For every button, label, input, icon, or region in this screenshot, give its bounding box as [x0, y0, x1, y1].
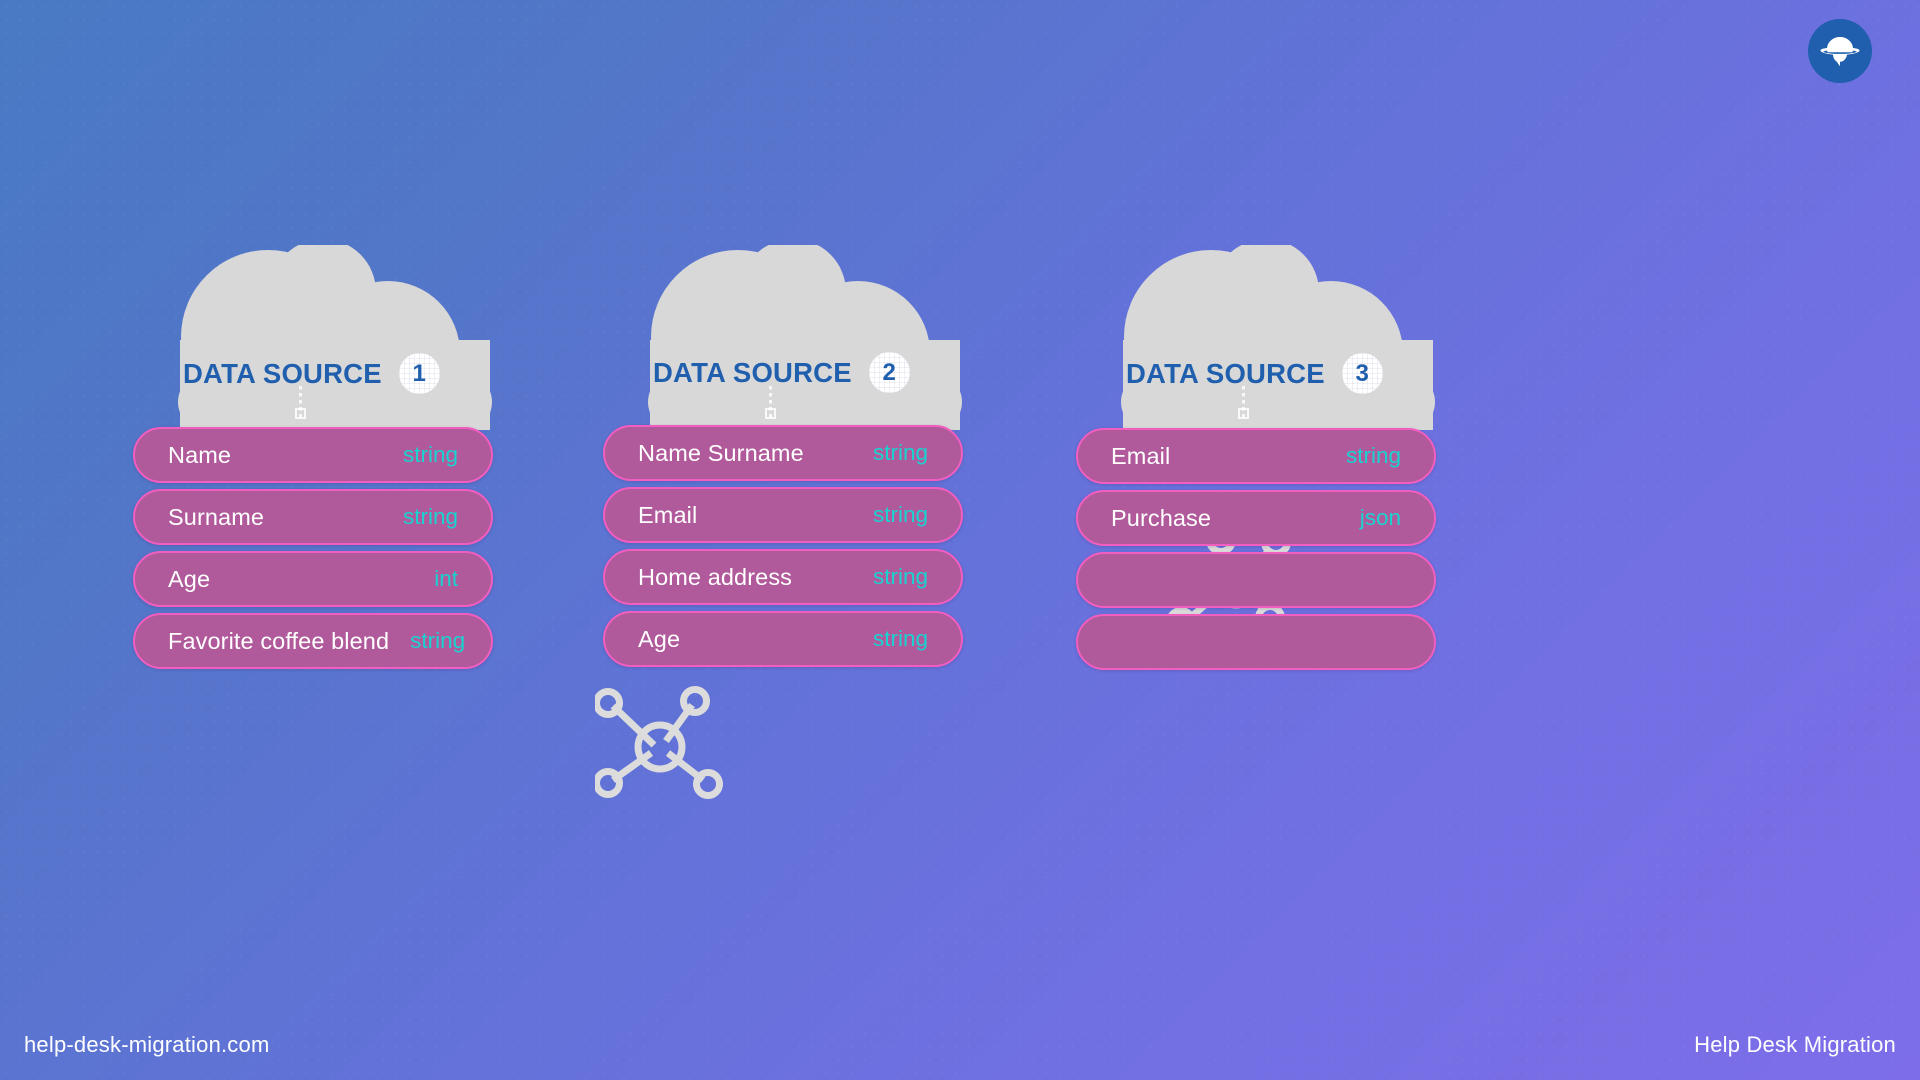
field-type: json	[1359, 505, 1401, 530]
footer-website-url: help-desk-migration.com	[24, 1032, 270, 1057]
data-source-1-label: DATA SOURCE 1	[183, 353, 623, 394]
field-type: int	[434, 566, 458, 591]
field-pill[interactable]: Home address string	[603, 549, 963, 605]
field-type: string	[402, 442, 458, 467]
field-pill[interactable]: Favorite coffee blend string	[133, 613, 493, 669]
field-type: string	[402, 504, 458, 529]
field-name: Purchase	[1111, 504, 1212, 531]
dotted-connector-icon	[765, 386, 776, 419]
data-source-2-label: DATA SOURCE 2	[653, 352, 1093, 393]
data-source-number-badge: 2	[868, 352, 910, 393]
field-type: string	[872, 626, 928, 651]
network-node-icon	[595, 683, 725, 803]
data-source-number-badge: 3	[1341, 353, 1383, 394]
footer-brand-name: Help Desk Migration	[1694, 1032, 1896, 1057]
dotted-connector-icon	[1238, 386, 1249, 419]
data-source-1-fields: Name string Surname string Age int Favor…	[133, 427, 493, 669]
field-name: Age	[638, 625, 681, 652]
field-type: string	[410, 628, 466, 653]
dotted-connector-icon	[295, 386, 306, 419]
field-pill[interactable]	[1076, 552, 1436, 608]
data-source-3-label: DATA SOURCE 3	[1126, 353, 1566, 394]
data-source-title: DATA SOURCE	[653, 356, 852, 388]
data-source-3-fields: Email string Purchase json	[1076, 428, 1436, 670]
field-pill[interactable]: Name string	[133, 427, 493, 483]
field-name: Home address	[638, 563, 793, 590]
field-pill[interactable]: Email string	[1076, 428, 1436, 484]
field-pill[interactable]: Email string	[603, 487, 963, 543]
field-type: string	[872, 502, 928, 527]
field-name: Surname	[168, 503, 265, 530]
field-name: Email	[638, 501, 698, 528]
data-source-title: DATA SOURCE	[1126, 357, 1325, 389]
data-sources-board: DATA SOURCE 1 Name string Surname string…	[0, 0, 1920, 1080]
field-name: Name Surname	[638, 439, 804, 466]
field-type: string	[872, 440, 928, 465]
field-pill[interactable]: Age int	[133, 551, 493, 607]
field-pill[interactable]: Surname string	[133, 489, 493, 545]
cloud-icon	[160, 245, 510, 455]
field-name: Age	[168, 565, 211, 592]
field-pill[interactable]	[1076, 614, 1436, 670]
data-source-number-badge: 1	[398, 353, 440, 394]
field-type: string	[1345, 443, 1401, 468]
field-name: Favorite coffee blend	[168, 627, 390, 654]
cloud-icon	[1103, 245, 1453, 455]
field-name: Email	[1111, 442, 1171, 469]
field-pill[interactable]: Age string	[603, 611, 963, 667]
field-pill[interactable]: Purchase json	[1076, 490, 1436, 546]
data-source-title: DATA SOURCE	[183, 357, 382, 389]
data-source-2-fields: Name Surname string Email string Home ad…	[603, 425, 963, 667]
field-type: string	[872, 564, 928, 589]
field-name: Name	[168, 441, 232, 468]
field-pill[interactable]: Name Surname string	[603, 425, 963, 481]
cloud-icon	[630, 245, 980, 455]
